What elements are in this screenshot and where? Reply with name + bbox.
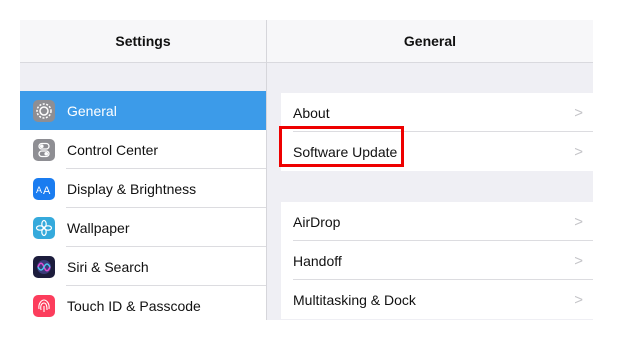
sidebar-item-general[interactable]: General [20, 91, 266, 130]
sidebar-item-label: Control Center [67, 141, 159, 158]
sidebar-item-label: Display & Brightness [67, 180, 197, 197]
row-handoff[interactable]: Handoff > [281, 241, 593, 280]
chevron-right-icon: > [574, 104, 583, 121]
sidebar-navbar: Settings [20, 20, 266, 63]
software-update-highlight [279, 126, 404, 167]
svg-text:A: A [36, 185, 42, 195]
sidebar: Settings General Control Center A A Disp… [20, 20, 267, 320]
flower-icon [33, 216, 55, 239]
row-airdrop[interactable]: AirDrop > [281, 202, 593, 241]
sidebar-item-display-brightness[interactable]: A A Display & Brightness [20, 169, 266, 208]
sidebar-item-wallpaper[interactable]: Wallpaper [20, 208, 266, 247]
row-label: Handoff [293, 252, 342, 269]
sidebar-item-label: Wallpaper [67, 219, 130, 236]
row-label: AirDrop [293, 213, 341, 230]
row-label: About [293, 104, 330, 121]
chevron-right-icon: > [574, 143, 583, 160]
settings-window: Settings General Control Center A A Disp… [20, 20, 593, 320]
chevron-right-icon: > [574, 291, 583, 308]
detail-group-2: AirDrop > Handoff > Multitasking & Dock … [281, 202, 593, 319]
toggles-icon [33, 138, 55, 161]
sidebar-title: Settings [115, 33, 171, 49]
detail-pane: General About > Software Update > AirDro… [267, 20, 593, 320]
svg-text:A: A [43, 185, 51, 196]
sidebar-item-label: Siri & Search [67, 258, 149, 275]
sidebar-item-touch-id-passcode[interactable]: Touch ID & Passcode [20, 286, 266, 320]
chevron-right-icon: > [574, 252, 583, 269]
detail-title: General [403, 33, 457, 49]
gear-icon [33, 99, 55, 122]
sidebar-item-label: General [67, 102, 117, 119]
chevron-right-icon: > [574, 213, 583, 230]
fingerprint-icon [33, 294, 55, 317]
sidebar-list: General Control Center A A Display & Bri… [20, 91, 266, 320]
sidebar-item-siri-search[interactable]: Siri & Search [20, 247, 266, 286]
siri-icon [33, 255, 55, 278]
row-label: Multitasking & Dock [293, 291, 416, 308]
sidebar-item-control-center[interactable]: Control Center [20, 130, 266, 169]
row-multitasking-dock[interactable]: Multitasking & Dock > [281, 280, 593, 319]
text-size-icon: A A [33, 177, 55, 200]
detail-navbar: General [267, 20, 593, 63]
sidebar-item-label: Touch ID & Passcode [67, 297, 201, 314]
